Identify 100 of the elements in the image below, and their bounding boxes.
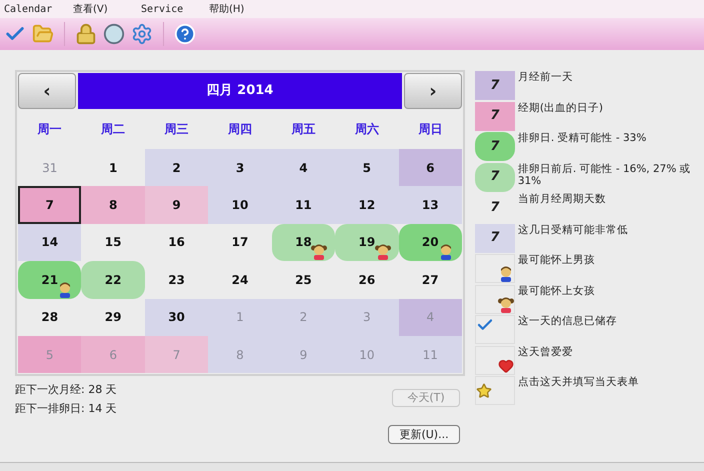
- next-month-button[interactable]: ›: [404, 73, 462, 109]
- day-number: 27: [422, 272, 439, 289]
- day-number: 24: [232, 272, 248, 289]
- menu-item[interactable]: Calendar: [0, 2, 73, 16]
- day-cell[interactable]: 15: [81, 224, 145, 262]
- day-cell[interactable]: 3: [208, 149, 272, 186]
- legend-swatch: 7: [475, 102, 515, 130]
- day-number: 17: [232, 234, 248, 252]
- day-cell[interactable]: 11: [272, 186, 336, 224]
- day-cell[interactable]: 29: [81, 298, 145, 336]
- weekday-label: 周四: [226, 121, 253, 138]
- weekday-label: 周六: [354, 121, 380, 138]
- day-number: 31: [42, 160, 58, 177]
- day-cell[interactable]: 17: [208, 224, 272, 262]
- help-icon[interactable]: [174, 23, 196, 45]
- update-button[interactable]: 更新(U)...: [388, 425, 460, 444]
- lock-icon[interactable]: [75, 23, 97, 45]
- day-number: 18: [295, 234, 312, 252]
- day-number: 29: [104, 309, 122, 326]
- day-number: 10: [232, 197, 248, 214]
- day-number: 30: [168, 309, 185, 326]
- day-cell[interactable]: 10: [208, 186, 272, 224]
- day-number: 8: [236, 346, 244, 364]
- day-cell[interactable]: 2: [144, 149, 208, 186]
- legend-swatch: 7: [475, 162, 515, 192]
- day-cell[interactable]: 7: [18, 186, 82, 224]
- day-cell[interactable]: 26: [335, 261, 399, 299]
- legend-swatch: 7: [475, 224, 515, 252]
- menu-item[interactable]: 帮助(H): [209, 2, 277, 16]
- day-cell[interactable]: 8: [81, 186, 145, 224]
- day-number: 20: [422, 234, 439, 252]
- previous-month-button[interactable]: ‹: [18, 73, 76, 109]
- day-number: 10: [359, 346, 374, 364]
- day-number: 25: [295, 272, 312, 289]
- weekday-label: 周三: [164, 121, 190, 138]
- legend-swatch: 7: [475, 71, 515, 100]
- next-ovulation-text: 距下一排卵日: 14 天: [15, 401, 117, 418]
- day-cell[interactable]: 27: [398, 261, 462, 299]
- day-number: 9: [172, 197, 181, 214]
- day-number: 9: [300, 346, 308, 364]
- menu-item[interactable]: 查看(V): [73, 2, 141, 16]
- day-number: 12: [358, 197, 376, 214]
- star-icon: [476, 382, 492, 398]
- day-cell[interactable]: 18: [272, 224, 336, 262]
- day-cell[interactable]: 28: [18, 298, 82, 336]
- weekday-label: 周二: [100, 121, 126, 138]
- day-cell[interactable]: 21: [18, 261, 82, 299]
- day-number: 23: [168, 272, 185, 289]
- day-number: 7: [46, 197, 54, 214]
- day-cell[interactable]: 23: [144, 261, 208, 299]
- day-cell[interactable]: 4: [272, 149, 336, 186]
- day-number: 1: [236, 309, 244, 326]
- day-number: 2: [172, 160, 181, 177]
- day-cell[interactable]: 5: [335, 149, 399, 186]
- weekday-label: 周一: [36, 121, 63, 138]
- day-number: 4: [299, 160, 308, 177]
- day-number: 16: [168, 234, 185, 252]
- day-cell[interactable]: 12: [335, 186, 399, 224]
- day-cell[interactable]: 14: [18, 224, 82, 262]
- day-cell[interactable]: 1: [81, 149, 145, 186]
- day-cell[interactable]: 13: [398, 186, 462, 224]
- day-number: 6: [109, 346, 117, 364]
- day-cell[interactable]: 19: [335, 224, 399, 262]
- day-cell[interactable]: 6: [398, 149, 462, 186]
- menu-item[interactable]: Service: [141, 2, 209, 16]
- legend-text: 这一天的信息已储存: [518, 315, 618, 327]
- day-cell[interactable]: 9: [144, 186, 208, 224]
- girl-icon: [311, 242, 328, 260]
- day-number: 13: [422, 197, 439, 214]
- next-period-text: 距下一次月经: 28 天: [15, 382, 117, 398]
- day-cell[interactable]: 24: [208, 261, 272, 299]
- day-number: 5: [46, 346, 54, 364]
- day-number: 8: [108, 197, 118, 214]
- day-number: 2: [300, 309, 308, 326]
- day-number: 19: [358, 234, 376, 252]
- settings-icon[interactable]: [131, 23, 153, 45]
- month-title: 四月 2014: [78, 73, 402, 109]
- day-number: 28: [41, 309, 58, 326]
- day-number: 7: [172, 346, 180, 364]
- legend-swatch: 7: [475, 193, 515, 222]
- day-cell[interactable]: 22: [81, 261, 145, 299]
- day-number: 15: [104, 234, 122, 252]
- day-cell[interactable]: 30: [144, 298, 208, 336]
- legend-text: 最可能怀上女孩: [518, 284, 596, 296]
- day-cell[interactable]: 20: [398, 224, 462, 262]
- day-number: 5: [362, 160, 372, 177]
- legend-text: 这几日受精可能非常低: [518, 224, 629, 236]
- legend-text: 最可能怀上男孩: [518, 254, 596, 266]
- day-cell[interactable]: 16: [144, 224, 208, 262]
- girl-icon: [498, 294, 514, 312]
- day-number: 3: [363, 309, 371, 326]
- legend-text: 经期(出血的日子): [518, 102, 604, 114]
- legend-text: 当前月经周期天数: [518, 193, 607, 205]
- day-number: 1: [108, 160, 118, 177]
- legend-text: 月经前一天: [518, 71, 574, 83]
- day-cell[interactable]: 25: [272, 261, 336, 299]
- day-number: 6: [426, 160, 434, 177]
- legend-text: 这天曾爱爱: [518, 346, 574, 358]
- folders-icon[interactable]: [32, 23, 54, 45]
- day-number: 26: [358, 272, 376, 289]
